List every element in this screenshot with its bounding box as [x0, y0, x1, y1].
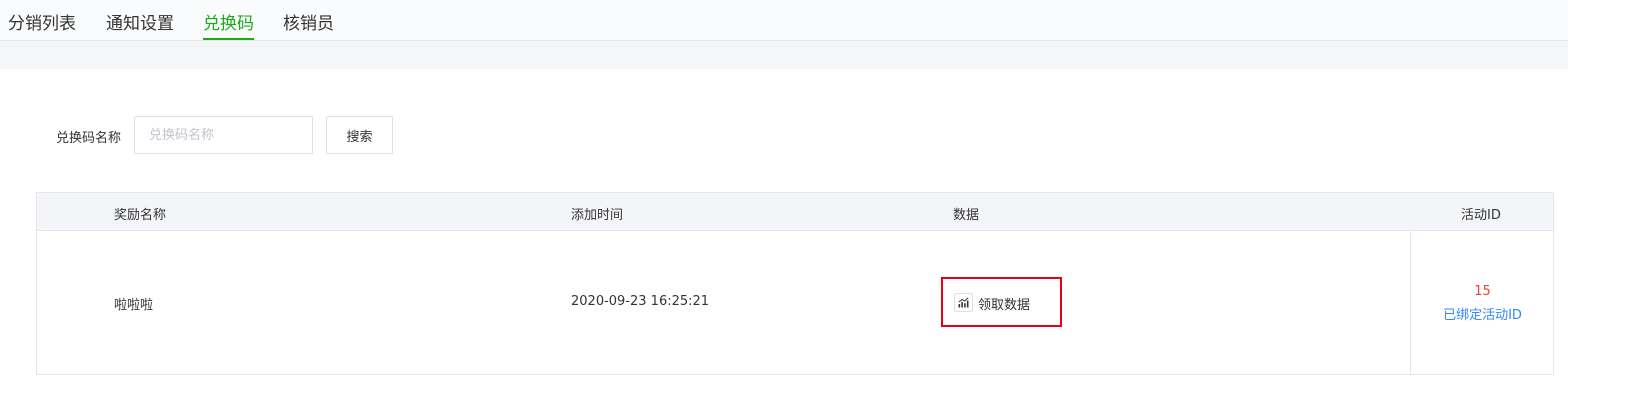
header-activity-id: 活动ID	[1461, 208, 1501, 223]
redeem-code-table: 奖励名称 添加时间 数据 活动ID 啦啦啦 2020-09-23 16:25:2…	[36, 192, 1554, 375]
search-label: 兑换码名称	[56, 131, 122, 146]
search-input[interactable]	[134, 116, 313, 154]
tab-bar: 分销列表 通知设置 兑换码 核销员	[0, 0, 1568, 41]
page-gap	[0, 41, 1568, 69]
claim-data-link[interactable]: 领取数据	[941, 277, 1062, 327]
header-added-time: 添加时间	[571, 208, 624, 223]
tab-verifier[interactable]: 核销员	[283, 12, 334, 40]
chart-icon	[954, 293, 973, 312]
header-data: 数据	[953, 208, 980, 223]
header-reward-name: 奖励名称	[114, 208, 167, 223]
reward-name: 啦啦啦	[114, 298, 154, 313]
search-button[interactable]: 搜索	[326, 116, 393, 154]
bound-activity-id-link[interactable]: 已绑定活动ID	[1411, 304, 1554, 323]
activity-id-cell: 15 已绑定活动ID	[1411, 231, 1554, 374]
table-row: 啦啦啦 2020-09-23 16:25:21 领取数据 15 已绑定活动ID	[37, 231, 1553, 374]
table-header: 奖励名称 添加时间 数据 活动ID	[37, 193, 1553, 231]
claim-data-label: 领取数据	[978, 298, 1031, 313]
activity-count: 15	[1474, 284, 1491, 299]
tab-redeem-code[interactable]: 兑换码	[203, 12, 254, 40]
tab-notification-settings[interactable]: 通知设置	[106, 12, 174, 40]
added-time: 2020-09-23 16:25:21	[571, 294, 710, 309]
tab-distribution-list[interactable]: 分销列表	[8, 12, 76, 40]
